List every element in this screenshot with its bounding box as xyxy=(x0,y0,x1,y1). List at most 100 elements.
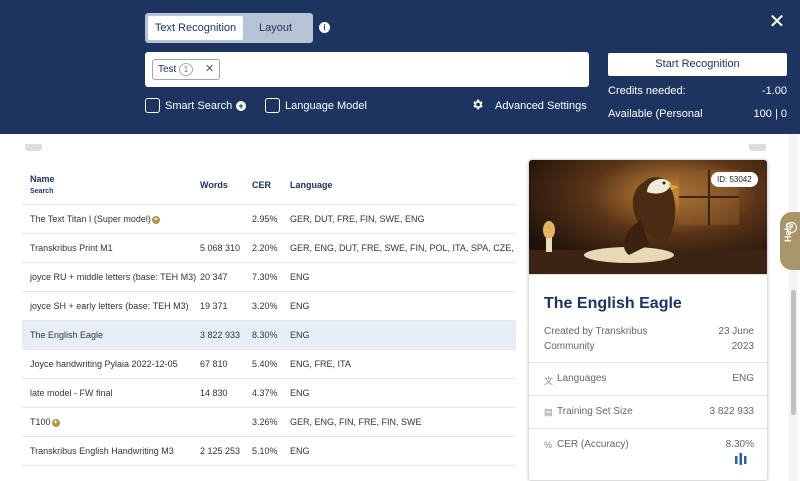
words-cell: 20 347 xyxy=(200,263,252,292)
language-cell-text: GER, DUT, FRE, FIN, SWE, ENG xyxy=(290,214,425,224)
model-date: 23 June 2023 xyxy=(718,324,754,354)
language-cell: GER, ENG, DUT, FRE, SWE, FIN, POL, ITA, … xyxy=(290,234,516,263)
words-cell: 5 068 310 xyxy=(200,234,252,263)
model-detail-card: ID: 53042 The English Eagle Created by T… xyxy=(528,159,768,481)
words-cell-text: 20 347 xyxy=(200,272,228,282)
credits-needed-row: Credits needed: -1.00 xyxy=(608,83,787,99)
available-label: Available (Personal xyxy=(608,108,703,120)
cer-cell-text: 2.20% xyxy=(252,243,278,253)
models-table: Name Search Words CER Language The Text … xyxy=(22,160,516,481)
scroll-left-handle[interactable] xyxy=(25,144,42,151)
table-row[interactable]: The Text Titan I (Super model) ✦ 2.95% GER,… xyxy=(22,205,516,234)
model-name-cell: Transkribus Print M1 xyxy=(30,234,200,263)
column-header-cer[interactable]: CER xyxy=(252,180,271,190)
language-model-checkbox[interactable] xyxy=(265,98,280,113)
table-row[interactable]: Joyce handwriting Pylaia 2022-12-05 67 81… xyxy=(22,350,516,379)
help-tab[interactable]: ? Help xyxy=(780,212,800,270)
words-cell: 67 810 xyxy=(200,350,252,379)
words-cell-text: 67 810 xyxy=(200,359,228,369)
featured-badge-icon: ✦ xyxy=(151,215,160,224)
model-name-cell-text: joyce SH + early letters (base: TEH M3) xyxy=(30,301,189,311)
tab-text-recognition[interactable]: Text Recognition xyxy=(148,16,243,40)
cer-cell: 2.95% xyxy=(252,205,290,234)
cer-cell: 7.30% xyxy=(252,263,290,292)
percent-icon: % xyxy=(544,440,553,450)
training-set-row: ▤ Training Set Size 3 822 933 xyxy=(529,395,767,428)
table-header: Name Search Words CER Language xyxy=(22,160,516,205)
date-line-2: 2023 xyxy=(731,341,754,352)
column-header-words[interactable]: Words xyxy=(200,180,228,190)
table-row[interactable]: T100 ✦ 3.26% GER, ENG, FIN, FRE, FIN, SWE xyxy=(22,408,516,437)
language-cell-text: ENG xyxy=(290,388,310,398)
smart-search-checkbox[interactable] xyxy=(145,98,160,113)
model-name-cell-text: Transkribus Print M1 xyxy=(30,243,113,253)
language-cell-text: ENG xyxy=(290,330,310,340)
training-set-label: Training Set Size xyxy=(557,406,633,417)
language-cell: ENG xyxy=(290,292,516,321)
cer-cell: 2.20% xyxy=(252,234,290,263)
equalizer-icon[interactable] xyxy=(734,453,748,465)
words-cell-text: 3 822 933 xyxy=(200,330,241,340)
model-id-badge: ID: 53042 xyxy=(711,172,758,187)
tab-layout[interactable]: Layout xyxy=(243,16,308,40)
cer-cell-text: 8.30% xyxy=(252,330,278,340)
card-inner: The English Eagle Created by Transkribus… xyxy=(529,275,767,480)
language-cell: ENG xyxy=(290,379,516,408)
cer-cell: 3.26% xyxy=(252,408,290,437)
credits-needed-value: -1.00 xyxy=(761,85,787,97)
language-cell-text: GER, ENG, DUT, FRE, SWE, FIN, POL, ITA, … xyxy=(290,243,516,253)
model-name-cell-text: Joyce handwriting Pylaia 2022-12-05 xyxy=(30,359,178,369)
table-row[interactable]: Transkribus English Handwriting M3 2 125 … xyxy=(22,437,516,466)
table-row[interactable]: Transkribus Print M1 5 068 310 2.20% GER, E… xyxy=(22,234,516,263)
scroll-right-handle[interactable] xyxy=(749,144,766,151)
start-recognition-button[interactable]: Start Recognition xyxy=(608,53,787,76)
cer-cell-text: 4.37% xyxy=(252,388,278,398)
table-row[interactable]: late model - FW final 14 830 4.37% ENG xyxy=(22,379,516,408)
model-name-cell: joyce SH + early letters (base: TEH M3) xyxy=(30,292,200,321)
table-row[interactable]: joyce SH + early letters (base: TEH M3) 1… xyxy=(22,292,516,321)
remove-chip-icon[interactable]: ✕ xyxy=(205,60,214,79)
eagle-image: ID: 53042 xyxy=(529,160,767,274)
smart-search-label: Smart Search xyxy=(165,100,233,112)
words-cell-text: 14 830 xyxy=(200,388,228,398)
cer-row: % CER (Accuracy) 8.30% xyxy=(529,428,767,461)
language-cell-text: ENG xyxy=(290,446,310,456)
plus-icon[interactable]: + xyxy=(236,101,246,111)
table-row[interactable]: joyce RU + middle letters (base: TEH M3)… xyxy=(22,263,516,292)
languages-value: ENG xyxy=(732,373,754,384)
credits-needed-label: Credits needed: xyxy=(608,85,686,97)
cer-cell: 8.30% xyxy=(252,321,290,350)
model-name-cell-text: joyce RU + middle letters (base: TEH M3) xyxy=(30,272,197,282)
model-name-cell-text: The Text Titan I (Super model) xyxy=(30,214,151,224)
name-search-label[interactable]: Search xyxy=(30,188,53,195)
model-name-cell-text: late model - FW final xyxy=(30,388,113,398)
column-header-name[interactable]: Name xyxy=(30,174,55,184)
cer-cell: 3.20% xyxy=(252,292,290,321)
model-creator: Created by Transkribus Community xyxy=(544,324,664,354)
dataset-icon: ▤ xyxy=(544,407,553,417)
cer-label: CER (Accuracy) xyxy=(557,439,629,450)
card-body: The English Eagle Created by Transkribus… xyxy=(529,274,767,480)
date-line-1: 23 June xyxy=(718,326,754,337)
table-row[interactable]: The English Eagle 3 822 933 8.30% ENG xyxy=(22,321,516,350)
cer-cell: 5.10% xyxy=(252,437,290,466)
model-name-cell: Transkribus English Handwriting M3 xyxy=(30,437,200,466)
smart-search-option[interactable]: Smart Search xyxy=(145,98,235,114)
model-title: The English Eagle xyxy=(544,295,682,312)
model-name-cell-text: Transkribus English Handwriting M3 xyxy=(30,446,174,456)
cer-cell: 5.40% xyxy=(252,350,290,379)
close-icon[interactable]: ✕ xyxy=(768,12,786,32)
words-cell: 3 822 933 xyxy=(200,321,252,350)
words-cell: 2 125 253 xyxy=(200,437,252,466)
chip-label: Test xyxy=(158,64,177,75)
model-name-cell: T100 ✦ xyxy=(30,408,200,437)
column-header-language[interactable]: Language xyxy=(290,180,333,190)
page-scrollbar-thumb[interactable] xyxy=(791,290,796,415)
language-model-option[interactable]: Language Model xyxy=(265,98,375,114)
model-selection-input[interactable]: Test 1 ✕ xyxy=(145,52,589,87)
language-cell-text: GER, ENG, FIN, FRE, FIN, SWE xyxy=(290,417,422,427)
gear-icon[interactable] xyxy=(471,98,485,112)
advanced-settings-link[interactable]: Advanced Settings xyxy=(495,98,587,114)
info-icon[interactable]: i xyxy=(319,22,330,33)
available-value: 100 | 0 xyxy=(753,108,787,120)
